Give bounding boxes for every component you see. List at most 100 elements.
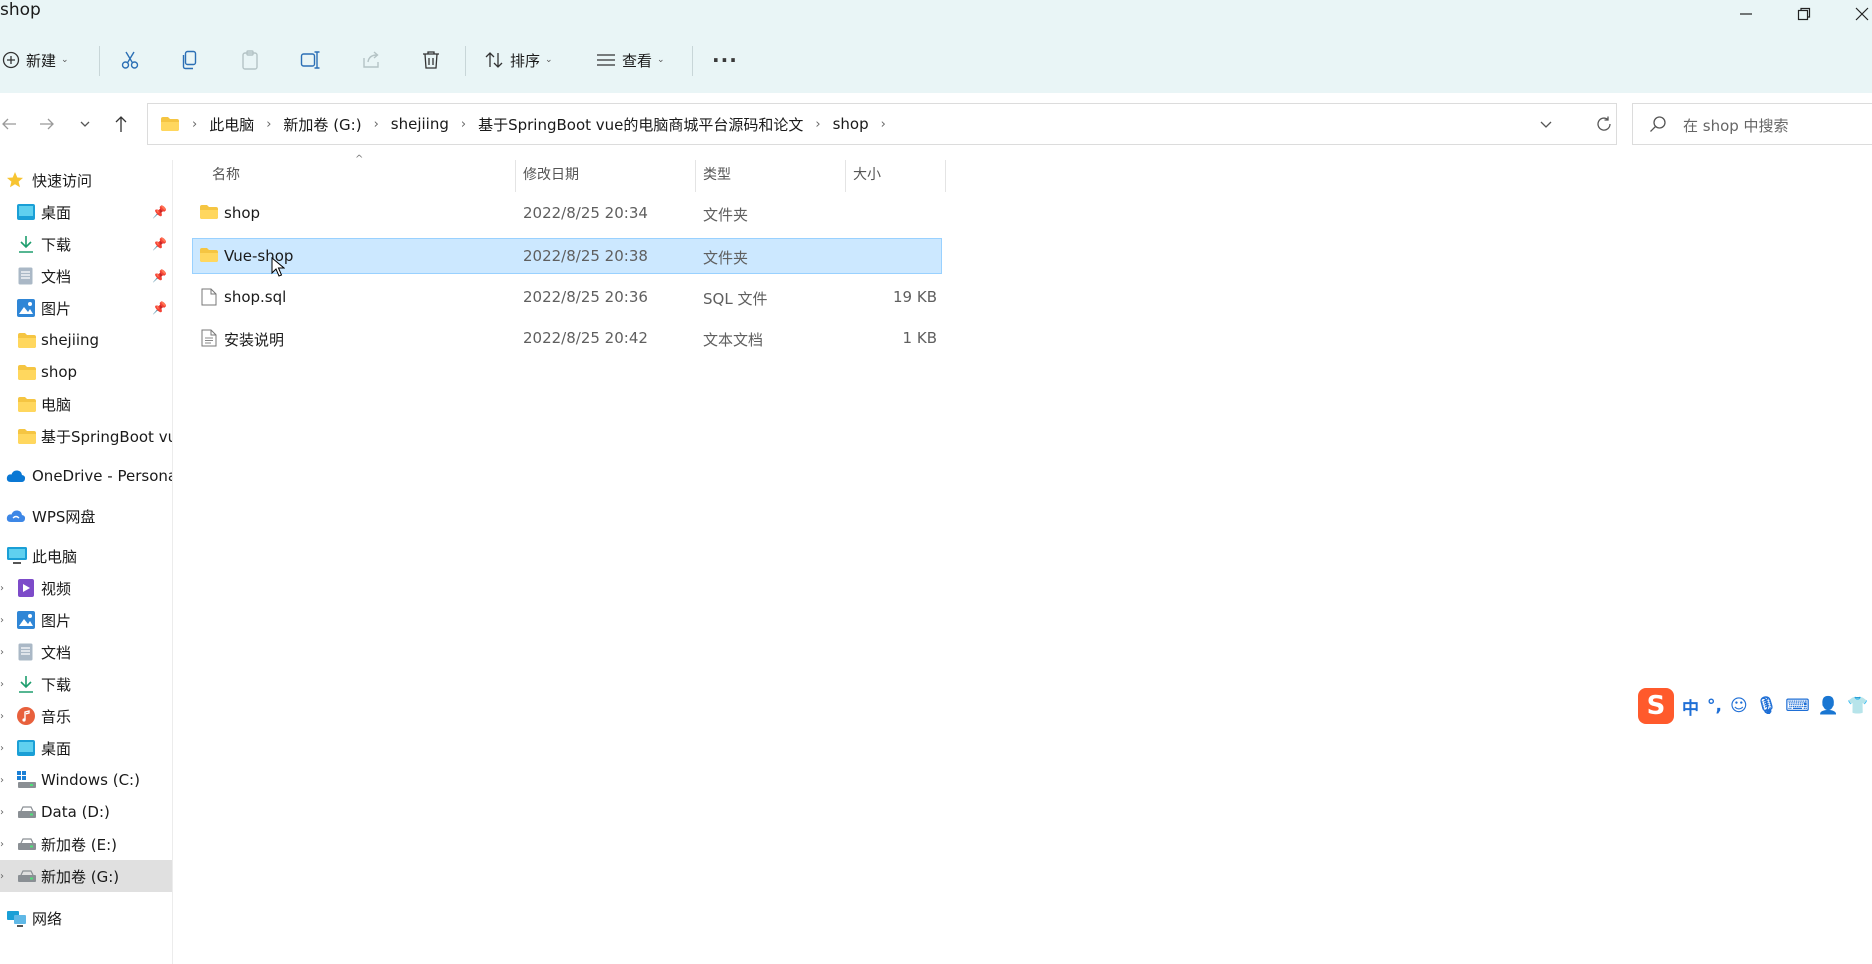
sort-icon [485, 52, 503, 68]
sidebar-onedrive[interactable]: OneDrive - Personal [0, 460, 172, 492]
restore-button[interactable] [1776, 0, 1832, 28]
sidebar-item-pc-pictures[interactable]: › 图片 [0, 604, 172, 636]
sidebar-item-music[interactable]: › 音乐 [0, 700, 172, 732]
file-row[interactable]: shop.sql 2022/8/25 20:36 SQL 文件 19 KB [193, 280, 941, 314]
chevron-right-icon[interactable]: › [0, 583, 8, 594]
sidebar-item-label: shejiing [41, 331, 100, 349]
file-row[interactable]: shop 2022/8/25 20:34 文件夹 [193, 196, 941, 230]
forward-button[interactable] [32, 107, 62, 141]
column-header-name[interactable]: 名称 [212, 160, 512, 188]
back-button[interactable] [0, 107, 24, 141]
sidebar-item-documents[interactable]: 文档 📌 [0, 260, 172, 292]
sidebar-quick-access[interactable]: 快速访问 [0, 164, 172, 196]
sidebar-item-pc-downloads[interactable]: › 下载 [0, 668, 172, 700]
breadcrumb-shop[interactable]: shop [833, 115, 869, 133]
column-divider[interactable] [945, 160, 946, 192]
sidebar-item-downloads[interactable]: 下载 📌 [0, 228, 172, 260]
emoji-icon[interactable]: ☺ [1730, 696, 1748, 716]
delete-button[interactable] [422, 42, 440, 78]
chevron-right-icon[interactable]: › [0, 807, 8, 818]
sidebar-item-label: 桌面 [41, 739, 72, 758]
sidebar-item-pc-desktop[interactable]: › 桌面 [0, 732, 172, 764]
document-icon [18, 643, 33, 661]
breadcrumb-shejiing[interactable]: shejiing [391, 115, 449, 133]
view-button[interactable]: 查看 ⌄ [596, 42, 665, 78]
file-row[interactable]: 安装说明 2022/8/25 20:42 文本文档 1 KB [193, 321, 941, 355]
punctuation-icon[interactable]: °, [1707, 696, 1722, 716]
chevron-down-icon [1540, 121, 1552, 128]
minimize-button[interactable] [1718, 0, 1774, 28]
column-divider[interactable] [695, 160, 696, 192]
sidebar-network[interactable]: 网络 [0, 902, 172, 934]
sogou-logo[interactable]: S [1638, 688, 1674, 724]
sidebar-item-pictures[interactable]: 图片 📌 [0, 292, 172, 324]
close-button[interactable] [1834, 0, 1872, 28]
sidebar-item-label: 新加卷 (G:) [41, 867, 120, 886]
chevron-right-icon[interactable]: › [0, 711, 8, 722]
keyboard-icon[interactable]: ⌨ [1785, 696, 1810, 716]
chevron-right-icon[interactable]: › [0, 679, 8, 690]
sidebar-item-label: WPS网盘 [32, 507, 96, 526]
chevron-right-icon[interactable]: › [0, 647, 8, 658]
rename-button[interactable] [300, 42, 322, 78]
sidebar-item-drive-e[interactable]: › 新加卷 (E:) [0, 828, 172, 860]
refresh-button[interactable] [1586, 107, 1622, 141]
cut-button[interactable] [120, 42, 140, 78]
address-bar[interactable]: › 此电脑 › 新加卷 (G:) › shejiing › 基于SpringBo… [147, 103, 1617, 145]
up-button[interactable] [106, 107, 136, 141]
chevron-right-icon[interactable]: › [0, 871, 8, 882]
pin-icon: 📌 [152, 269, 167, 283]
sort-button[interactable]: 排序 ⌄ [484, 42, 553, 78]
breadcrumb-drive-g[interactable]: 新加卷 (G:) [283, 114, 361, 135]
breadcrumb-this-pc[interactable]: 此电脑 [209, 114, 254, 135]
column-header-modified[interactable]: 修改日期 [523, 160, 693, 188]
more-options-button[interactable]: ··· [712, 42, 738, 78]
window-title: shop [0, 0, 41, 20]
skin-icon[interactable]: 👕 [1847, 696, 1868, 716]
chevron-right-icon[interactable]: › [0, 615, 8, 626]
file-row-selected[interactable]: Vue-shop 2022/8/25 20:38 文件夹 [192, 238, 942, 277]
sidebar-item-label: Windows (C:) [41, 771, 140, 789]
file-name: shop.sql [224, 288, 287, 306]
sidebar-wps[interactable]: WPS网盘 [0, 500, 172, 532]
sidebar-item-drive-c[interactable]: › Windows (C:) [0, 764, 172, 796]
copy-button[interactable] [181, 42, 199, 78]
sidebar-this-pc[interactable]: 此电脑 [0, 540, 172, 572]
sidebar-item-drive-d[interactable]: › Data (D:) [0, 796, 172, 828]
chevron-right-icon: › [880, 116, 886, 132]
file-size: 19 KB [893, 288, 937, 306]
column-header-size[interactable]: 大小 [853, 160, 933, 188]
chevron-right-icon[interactable]: › [0, 743, 8, 754]
file-icon [201, 288, 217, 310]
column-divider[interactable] [515, 160, 516, 192]
column-header-type[interactable]: 类型 [703, 160, 843, 188]
pictures-icon [17, 611, 35, 629]
sidebar-item-pc-documents[interactable]: › 文档 [0, 636, 172, 668]
recent-locations-button[interactable] [70, 107, 100, 141]
sidebar-item-computer[interactable]: 电脑 [0, 388, 172, 420]
microphone-icon[interactable]: 🎙 [1756, 696, 1778, 716]
sidebar-item-shejiing[interactable]: shejiing [0, 324, 172, 356]
paste-button[interactable] [241, 42, 259, 78]
chevron-right-icon[interactable]: › [0, 839, 8, 850]
sidebar-item-drive-g[interactable]: › 新加卷 (G:) [0, 860, 172, 892]
sidebar-item-shop[interactable]: shop [0, 356, 172, 388]
download-icon [18, 675, 34, 693]
sidebar-item-videos[interactable]: › 视频 [0, 572, 172, 604]
sidebar-item-desktop[interactable]: 桌面 📌 [0, 196, 172, 228]
column-divider[interactable] [845, 160, 846, 192]
sidebar-item-project-folder[interactable]: 基于SpringBoot vue的电脑商城平台源码和论文 [0, 420, 172, 452]
ime-mode-toggle[interactable]: 中 [1682, 694, 1699, 719]
ime-toolbar[interactable]: S 中 °, ☺ 🎙 ⌨ 👤 👕 [1638, 688, 1872, 724]
toolbar-divider [99, 46, 100, 76]
new-button[interactable]: 新建 ⌄ [2, 42, 69, 78]
video-icon [18, 579, 34, 597]
navigation-pane[interactable]: 快速访问 桌面 📌 下载 📌 文档 📌 图片 📌 shejiing shop 电… [0, 160, 173, 964]
share-button[interactable] [362, 42, 382, 78]
search-box[interactable]: 在 shop 中搜索 [1632, 103, 1872, 145]
address-history-button[interactable] [1526, 104, 1566, 144]
desktop-icon [17, 204, 35, 220]
user-icon[interactable]: 👤 [1818, 696, 1839, 716]
chevron-right-icon[interactable]: › [0, 775, 8, 786]
breadcrumb-project[interactable]: 基于SpringBoot vue的电脑商城平台源码和论文 [478, 114, 803, 135]
